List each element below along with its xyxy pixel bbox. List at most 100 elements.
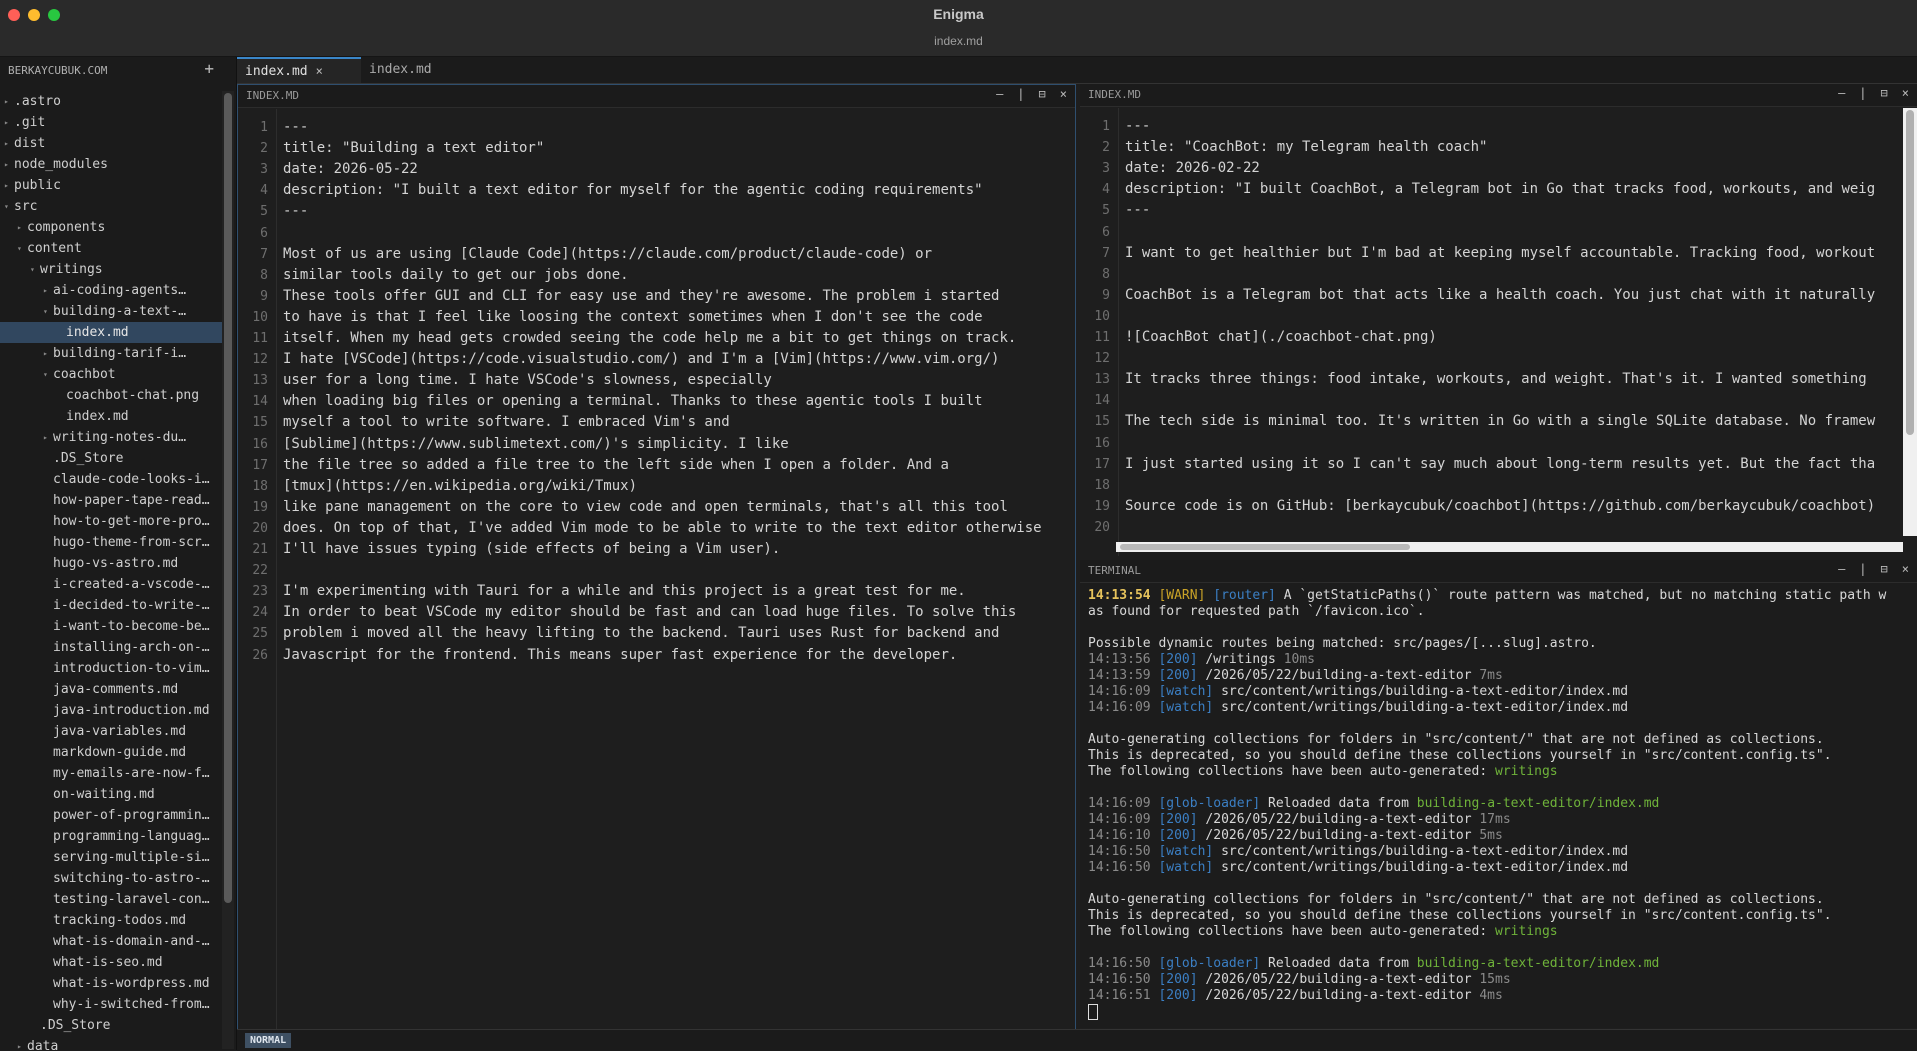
code-line[interactable]: [Sublime](https://www.sublimetext.com/)'… [283,434,789,455]
tree-file[interactable]: what-is-seo.md [0,952,222,973]
terminal-pane[interactable]: TERMINAL — | ⊟ × 14:13:54 [WARN] [router] A… [1080,560,1917,1028]
tree-file[interactable]: i-created-a-vscode-… [0,574,222,595]
maximize-pane-icon[interactable]: ⊟ [1881,562,1888,576]
tree-file[interactable]: index.md [0,406,222,427]
terminal-prompt[interactable] [1088,1004,1098,1021]
close-pane-icon[interactable]: × [1060,87,1067,101]
tab-index-md[interactable]: index.md [361,57,467,83]
tree-folder[interactable]: ▾ building-a-text-… [0,301,222,322]
tree-folder[interactable]: ▸ ai-coding-agents… [0,280,222,301]
code-line[interactable]: user for a long time. I hate VSCode's sl… [283,370,772,391]
code-line[interactable]: --- [1125,116,1150,137]
tree-folder[interactable]: ▸ dist [0,133,222,154]
code-line[interactable]: --- [283,201,308,222]
chevron-down-icon[interactable]: ▾ [30,259,40,280]
tree-file[interactable]: .DS_Store [0,448,222,469]
tree-file[interactable]: how-paper-tape-read… [0,490,222,511]
tree-file[interactable]: markdown-guide.md [0,742,222,763]
maximize-pane-icon[interactable]: ⊟ [1039,87,1046,101]
code-line[interactable]: I'm experimenting with Tauri for a while… [283,581,966,602]
chevron-right-icon[interactable]: ▸ [4,91,14,112]
tree-file[interactable]: why-i-switched-from… [0,994,222,1015]
code-line[interactable]: similar tools daily to get our jobs done… [283,265,629,286]
tree-file[interactable]: how-to-get-more-pro… [0,511,222,532]
tree-file[interactable]: installing-arch-on-… [0,637,222,658]
chevron-right-icon[interactable]: ▸ [17,217,27,238]
tree-file[interactable]: power-of-programmin… [0,805,222,826]
tree-folder[interactable]: ▾ content [0,238,222,259]
tree-file[interactable]: java-variables.md [0,721,222,742]
code-line[interactable]: problem i moved all the heavy lifting to… [283,623,999,644]
code-line[interactable]: title: "CoachBot: my Telegram health coa… [1125,137,1487,158]
tree-file[interactable]: testing-laravel-con… [0,889,222,910]
code-line[interactable]: Javascript for the frontend. This means … [283,645,957,666]
chevron-down-icon[interactable]: ▾ [17,238,27,259]
split-horizontal-icon[interactable]: — [1838,86,1845,100]
chevron-down-icon[interactable]: ▾ [4,196,14,217]
code-line[interactable]: Most of us are using [Claude Code](https… [283,244,932,265]
code-line[interactable]: Source code is on GitHub: [berkaycubuk/c… [1125,496,1875,517]
split-vertical-icon[interactable]: | [1859,86,1866,100]
code-line[interactable]: to have is that I feel like loosing the … [283,307,983,328]
tree-file[interactable]: index.md [0,322,222,343]
tree-folder[interactable]: ▸ public [0,175,222,196]
horizontal-scrollbar[interactable] [1116,542,1903,552]
code-line[interactable]: when loading big files or opening a term… [283,391,983,412]
tree-file[interactable]: hugo-theme-from-scr… [0,532,222,553]
tree-folder[interactable]: ▾ src [0,196,222,217]
code-line[interactable]: I'll have issues typing (side effects of… [283,539,780,560]
tree-folder[interactable]: ▸ .astro [0,91,222,112]
tree-folder[interactable]: ▸ building-tarif-i… [0,343,222,364]
close-pane-icon[interactable]: × [1902,86,1909,100]
chevron-right-icon[interactable]: ▸ [4,175,14,196]
vertical-scrollbar-thumb[interactable] [1906,110,1914,435]
tab-index-md-active[interactable]: index.md × [237,57,361,83]
split-vertical-icon[interactable]: | [1859,562,1866,576]
left-code-area[interactable]: 1 --- 2 title: "Building a text editor" 3 dat… [238,109,1075,1029]
tree-file[interactable]: my-emails-are-now-f… [0,763,222,784]
code-line[interactable]: CoachBot is a Telegram bot that acts lik… [1125,285,1875,306]
chevron-right-icon[interactable]: ▸ [4,112,14,133]
code-line[interactable]: date: 2026-02-22 [1125,158,1260,179]
code-line[interactable]: --- [283,117,308,138]
chevron-right-icon[interactable]: ▸ [43,280,53,301]
horizontal-scrollbar-thumb[interactable] [1120,544,1410,550]
code-line[interactable]: date: 2026-05-22 [283,159,418,180]
tree-folder[interactable]: ▸ components [0,217,222,238]
tree-file[interactable]: switching-to-astro-… [0,868,222,889]
code-line[interactable]: does. On top of that, I've added Vim mod… [283,518,1042,539]
tree-file[interactable]: tracking-todos.md [0,910,222,931]
code-line[interactable]: [tmux](https://en.wikipedia.org/wiki/Tmu… [283,476,637,497]
tree-file[interactable]: on-waiting.md [0,784,222,805]
code-line[interactable]: In order to beat VSCode my editor should… [283,602,1016,623]
left-editor-pane[interactable]: INDEX.MD — | ⊟ × 1 --- 2 title: "Building a te… [237,84,1076,1030]
chevron-right-icon[interactable]: ▸ [43,427,53,448]
split-vertical-icon[interactable]: | [1017,87,1024,101]
code-line[interactable]: --- [1125,200,1150,221]
code-line[interactable]: I hate [VSCode](https://code.visualstudi… [283,349,999,370]
add-file-button[interactable]: + [204,59,214,78]
right-editor-pane[interactable]: INDEX.MD — | ⊟ × 1 --- 2 title: "CoachBot: my … [1080,84,1917,556]
tree-file[interactable]: what-is-domain-and-… [0,931,222,952]
code-line[interactable]: I want to get healthier but I'm bad at k… [1125,243,1875,264]
code-line[interactable]: It tracks three things: food intake, wor… [1125,369,1867,390]
tree-file[interactable]: serving-multiple-si… [0,847,222,868]
right-code-area[interactable]: 1 --- 2 title: "CoachBot: my Telegram healt… [1080,108,1917,556]
code-line[interactable]: myself a tool to write software. I embra… [283,412,730,433]
code-line[interactable]: I just started using it so I can't say m… [1125,454,1875,475]
vertical-scrollbar[interactable] [1903,108,1917,536]
code-line[interactable]: like pane management on the core to view… [283,497,1008,518]
code-line[interactable]: The tech side is minimal too. It's writt… [1125,411,1875,432]
split-horizontal-icon[interactable]: — [996,87,1003,101]
sidebar-scrollbar[interactable] [222,91,234,1049]
tree-file[interactable]: java-introduction.md [0,700,222,721]
tree-file[interactable]: i-decided-to-write-… [0,595,222,616]
chevron-down-icon[interactable]: ▾ [43,301,53,322]
code-line[interactable]: These tools offer GUI and CLI for easy u… [283,286,999,307]
tree-file[interactable]: hugo-vs-astro.md [0,553,222,574]
tree-file[interactable]: claude-code-looks-i… [0,469,222,490]
tree-file[interactable]: java-comments.md [0,679,222,700]
chevron-down-icon[interactable]: ▾ [43,364,53,385]
code-line[interactable]: ![CoachBot chat](./coachbot-chat.png) [1125,327,1437,348]
tree-folder[interactable]: ▸ .git [0,112,222,133]
